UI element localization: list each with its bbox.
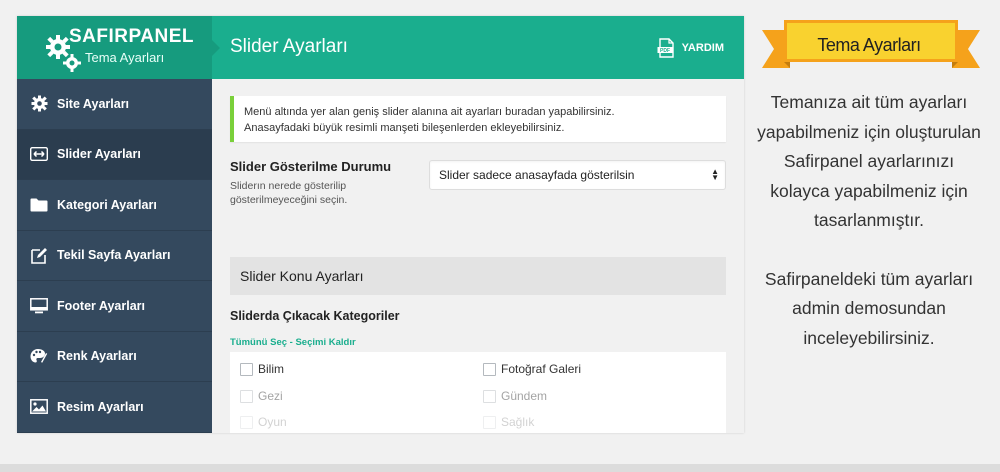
image-icon — [30, 398, 48, 416]
select-value: Slider sadece anasayfada gösterilsin — [439, 168, 635, 182]
category-label: Gündem — [501, 389, 548, 403]
help-label: YARDIM — [681, 42, 724, 54]
category-label: Sağlık — [501, 415, 535, 429]
sidebar-item-category[interactable]: Kategori Ayarları — [17, 180, 212, 231]
sidebar-item-label: Resim Ayarları — [57, 399, 144, 414]
category-checkbox[interactable]: Gündem — [483, 389, 547, 403]
select-all-link[interactable]: Tümünü Seç — [230, 337, 287, 348]
sidebar-item-color[interactable]: Renk Ayarları — [17, 332, 212, 382]
categories-links: Tümünü Seç - Seçimi Kaldır — [230, 337, 356, 348]
ribbon-title: Tema Ayarları — [817, 35, 921, 55]
palette-icon — [30, 347, 48, 365]
select-arrows-icon: ▲ ▼ — [711, 167, 719, 182]
sidebar-item-image[interactable]: Resim Ayarları — [17, 382, 212, 433]
categories-checklist: Bilim Fotoğraf Galeri Gezi Gündem Oyun S… — [230, 352, 726, 433]
folder-icon — [30, 196, 48, 214]
notice-line: Menü altında yer alan geniş slider alanı… — [244, 106, 615, 118]
brand-name: SAFIRPANEL — [69, 26, 194, 47]
header-bar: SAFIRPANEL Tema Ayarları Slider Ayarları… — [17, 16, 744, 79]
category-checkbox[interactable]: Gezi — [240, 389, 283, 403]
sidebar-item-slider[interactable]: Slider Ayarları — [17, 129, 212, 180]
sidebar-item-label: Renk Ayarları — [57, 349, 137, 364]
sidebar-item-site[interactable]: Site Ayarları — [17, 79, 212, 130]
section-header: Slider Konu Ayarları — [230, 257, 726, 295]
help-button[interactable]: PDF YARDIM — [656, 38, 724, 58]
category-label: Gezi — [258, 389, 283, 403]
logo-pointer — [212, 40, 220, 56]
deselect-link[interactable]: Seçimi Kaldır — [295, 337, 355, 348]
sidebar-item-label: Tekil Sayfa Ayarları — [57, 248, 171, 263]
category-label: Fotoğraf Galeri — [501, 362, 582, 376]
svg-text:PDF: PDF — [660, 48, 670, 54]
page-title: Slider Ayarları — [230, 36, 348, 57]
category-checkbox[interactable]: Sağlık — [483, 415, 534, 429]
checkbox[interactable] — [240, 415, 253, 429]
categories-label: Sliderda Çıkacak Kategoriler — [230, 309, 400, 323]
sidebar-item-label: Slider Ayarları — [57, 147, 141, 162]
pdf-icon: PDF — [657, 38, 674, 58]
logo-area[interactable]: SAFIRPANEL Tema Ayarları — [17, 16, 212, 79]
arrows-horizontal-icon — [30, 145, 48, 163]
sidebar-item-label: Footer Ayarları — [57, 298, 145, 313]
checkbox[interactable] — [483, 389, 496, 403]
main-content: Menü altında yer alan geniş slider alanı… — [212, 79, 744, 433]
category-checkbox[interactable]: Fotoğraf Galeri — [483, 362, 581, 376]
monitor-icon — [30, 297, 48, 315]
sidebar-item-label: Kategori Ayarları — [57, 197, 157, 212]
bottom-divider — [0, 464, 1000, 472]
slider-display-description: Sliderın nerede gösterilip gösterilmeyec… — [230, 180, 348, 206]
edit-icon — [30, 246, 48, 264]
slider-display-select[interactable]: Slider sadece anasayfada gösterilsin ▲ ▼ — [429, 160, 726, 190]
admin-panel-screenshot: SAFIRPANEL Tema Ayarları Slider Ayarları… — [17, 16, 744, 433]
promo-paragraph: Temanıza ait tüm ayarları yapabilmeniz i… — [757, 92, 981, 230]
promo-text: Temanıza ait tüm ayarları yapabilmeniz i… — [752, 88, 986, 353]
slider-display-label: Slider Gösterilme Durumu — [230, 159, 392, 174]
sidebar: Site Ayarları Slider Ayarları Kategori A… — [17, 79, 212, 433]
checkbox[interactable] — [483, 415, 496, 429]
notice-line: Anasayfadaki büyük resimli manşeti bileş… — [244, 122, 565, 134]
checkbox[interactable] — [240, 362, 253, 376]
info-notice: Menü altında yer alan geniş slider alanı… — [230, 96, 726, 142]
category-label: Bilim — [258, 362, 284, 376]
sidebar-item-footer[interactable]: Footer Ayarları — [17, 281, 212, 332]
sidebar-item-label: Site Ayarları — [57, 96, 130, 111]
gear-icon — [30, 95, 48, 113]
brand-subtitle: Tema Ayarları — [85, 50, 165, 65]
category-label: Oyun — [258, 415, 287, 429]
sidebar-item-single-page[interactable]: Tekil Sayfa Ayarları — [17, 231, 212, 281]
checkbox[interactable] — [240, 389, 253, 403]
category-checkbox[interactable]: Oyun — [240, 415, 287, 429]
promo-paragraph: Safirpaneldeki tüm ayarları admin demosu… — [764, 268, 974, 348]
checkbox[interactable] — [483, 362, 496, 376]
category-checkbox[interactable]: Bilim — [240, 362, 284, 376]
